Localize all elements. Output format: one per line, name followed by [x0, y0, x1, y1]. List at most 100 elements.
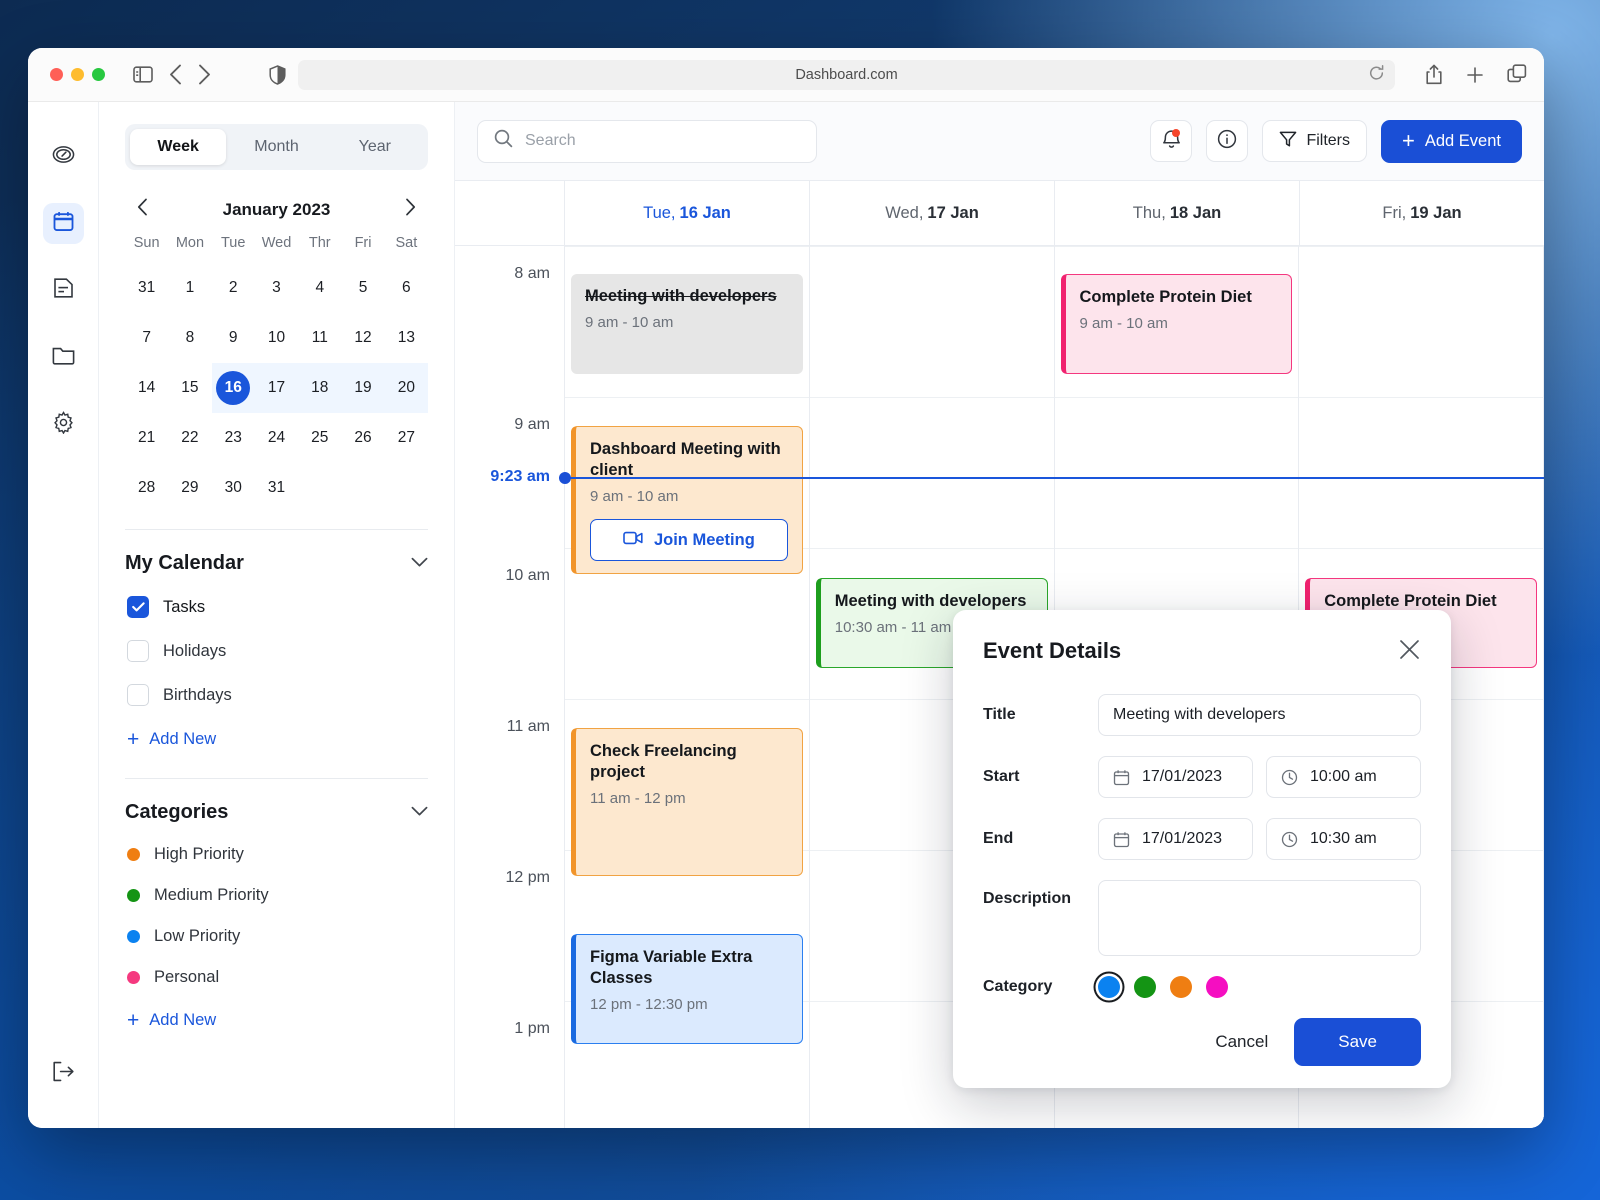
mini-calendar-day[interactable]: 3 [255, 263, 298, 313]
title-value: Meeting with developers [1113, 706, 1286, 723]
mini-calendar-day[interactable]: 20 [384, 363, 428, 413]
mini-calendar-day[interactable]: 10 [255, 313, 298, 363]
mini-calendar-day[interactable]: 5 [341, 263, 384, 313]
mini-calendar-day[interactable]: 11 [298, 313, 341, 363]
mini-calendar-day[interactable]: 4 [298, 263, 341, 313]
description-input[interactable] [1098, 880, 1421, 956]
mini-calendar-day[interactable]: 1 [168, 263, 211, 313]
rail-item-documents[interactable] [43, 270, 84, 311]
shield-icon[interactable] [269, 64, 286, 85]
chevron-down-icon[interactable] [411, 804, 428, 822]
mini-calendar-day[interactable]: 12 [341, 313, 384, 363]
category-item[interactable]: Medium Priority [125, 875, 428, 916]
forward-icon[interactable] [198, 64, 211, 85]
mini-calendar-day[interactable]: 22 [168, 413, 211, 463]
end-time-input[interactable]: 10:30 am [1266, 818, 1421, 860]
mini-calendar-day[interactable]: 6 [385, 263, 428, 313]
join-meeting-button[interactable]: Join Meeting [590, 519, 788, 562]
rail-item-calendar[interactable] [42, 203, 84, 244]
checkbox[interactable] [127, 596, 149, 618]
minimize-window-button[interactable] [71, 68, 84, 81]
calendar-event[interactable]: Dashboard Meeting with client 9 am - 10 a… [571, 426, 803, 574]
mini-calendar-day[interactable]: 29 [168, 463, 211, 513]
mini-calendar-day[interactable]: 18 [298, 363, 342, 413]
mini-calendar-day[interactable]: 15 [168, 363, 211, 413]
calendar-item-birthdays[interactable]: Birthdays [125, 673, 428, 717]
mini-calendar-day[interactable]: 8 [168, 313, 211, 363]
mini-calendar-day[interactable]: 9 [212, 313, 255, 363]
chevron-down-icon[interactable] [411, 555, 428, 573]
filters-button[interactable]: Filters [1262, 120, 1367, 162]
reload-icon[interactable] [1368, 64, 1385, 85]
view-toggle-year[interactable]: Year [327, 129, 423, 165]
view-toggle-month[interactable]: Month [228, 129, 324, 165]
filters-label: Filters [1306, 132, 1350, 149]
rail-item-files[interactable] [43, 337, 84, 378]
rail-item-logout[interactable] [43, 1053, 84, 1094]
address-bar[interactable]: Dashboard.com [298, 59, 1395, 90]
calendar-event[interactable]: Complete Protein Diet 9 am - 10 am [1060, 274, 1293, 374]
category-item[interactable]: Low Priority [125, 916, 428, 957]
day-header-fri[interactable]: Fri, 19 Jan [1300, 181, 1544, 245]
mini-calendar-day[interactable]: 13 [385, 313, 428, 363]
category-swatch[interactable] [1170, 976, 1192, 998]
day-column-tue[interactable]: Meeting with developers 9 am - 10 am Dashb… [565, 246, 810, 1128]
mini-calendar-day[interactable]: 7 [125, 313, 168, 363]
new-tab-icon[interactable] [1465, 65, 1485, 85]
start-time-input[interactable]: 10:00 am [1266, 756, 1421, 798]
category-swatch[interactable] [1206, 976, 1228, 998]
add-new-category-button[interactable]: + Add New [125, 998, 428, 1043]
calendar-event[interactable]: Check Freelancing project 11 am - 12 pm [571, 728, 803, 876]
mini-calendar-next-icon[interactable] [399, 196, 422, 223]
sidebar-panel-icon[interactable] [133, 66, 153, 83]
category-item[interactable]: High Priority [125, 834, 428, 875]
mini-calendar-prev-icon[interactable] [131, 196, 154, 223]
rail-item-dashboard[interactable] [43, 136, 84, 177]
save-button[interactable]: Save [1294, 1018, 1421, 1066]
close-window-button[interactable] [50, 68, 63, 81]
copy-tabs-icon[interactable] [1507, 64, 1528, 85]
calendar-event[interactable]: Meeting with developers 9 am - 10 am [571, 274, 803, 374]
mini-calendar-day[interactable]: 24 [255, 413, 298, 463]
start-date-input[interactable]: 17/01/2023 [1098, 756, 1253, 798]
mini-calendar-day[interactable]: 31 [255, 463, 298, 513]
rail-item-settings[interactable] [43, 404, 84, 445]
day-header-tue[interactable]: Tue, 16 Jan [565, 181, 810, 245]
mini-calendar-day[interactable]: 27 [385, 413, 428, 463]
calendar-item-holidays[interactable]: Holidays [125, 629, 428, 673]
checkbox[interactable] [127, 640, 149, 662]
mini-calendar-day[interactable]: 14 [125, 363, 168, 413]
end-date-input[interactable]: 17/01/2023 [1098, 818, 1253, 860]
category-swatch[interactable] [1098, 976, 1120, 998]
mini-calendar-day[interactable]: 25 [298, 413, 341, 463]
mini-calendar-day[interactable]: 23 [212, 413, 255, 463]
add-event-button[interactable]: + Add Event [1381, 119, 1522, 163]
mini-calendar-day[interactable]: 31 [125, 263, 168, 313]
day-header-wed[interactable]: Wed, 17 Jan [810, 181, 1055, 245]
calendar-event[interactable]: Figma Variable Extra Classes 12 pm - 12:3… [571, 934, 803, 1044]
mini-calendar-day[interactable]: 30 [212, 463, 255, 513]
checkbox[interactable] [127, 684, 149, 706]
mini-calendar-day[interactable]: 17 [254, 363, 299, 413]
info-button[interactable] [1206, 120, 1249, 162]
share-icon[interactable] [1425, 64, 1443, 85]
mini-calendar-day[interactable]: 19 [341, 363, 385, 413]
mini-calendar-day[interactable]: 26 [341, 413, 384, 463]
close-icon[interactable] [1398, 638, 1421, 666]
category-item[interactable]: Personal [125, 957, 428, 998]
view-toggle-week[interactable]: Week [130, 129, 227, 165]
mini-calendar-day[interactable]: 16 [211, 363, 255, 413]
day-header-thu[interactable]: Thu, 18 Jan [1055, 181, 1300, 245]
maximize-window-button[interactable] [92, 68, 105, 81]
mini-calendar-day[interactable]: 21 [125, 413, 168, 463]
add-new-calendar-button[interactable]: + Add New [125, 717, 428, 762]
category-swatch[interactable] [1134, 976, 1156, 998]
calendar-item-tasks[interactable]: Tasks [125, 585, 428, 629]
cancel-button[interactable]: Cancel [1215, 1032, 1268, 1052]
title-input[interactable]: Meeting with developers [1098, 694, 1421, 736]
notifications-button[interactable] [1150, 120, 1193, 162]
mini-calendar-day[interactable]: 28 [125, 463, 168, 513]
search-input[interactable]: Search [477, 119, 817, 163]
mini-calendar-day[interactable]: 2 [212, 263, 255, 313]
back-icon[interactable] [169, 64, 182, 85]
